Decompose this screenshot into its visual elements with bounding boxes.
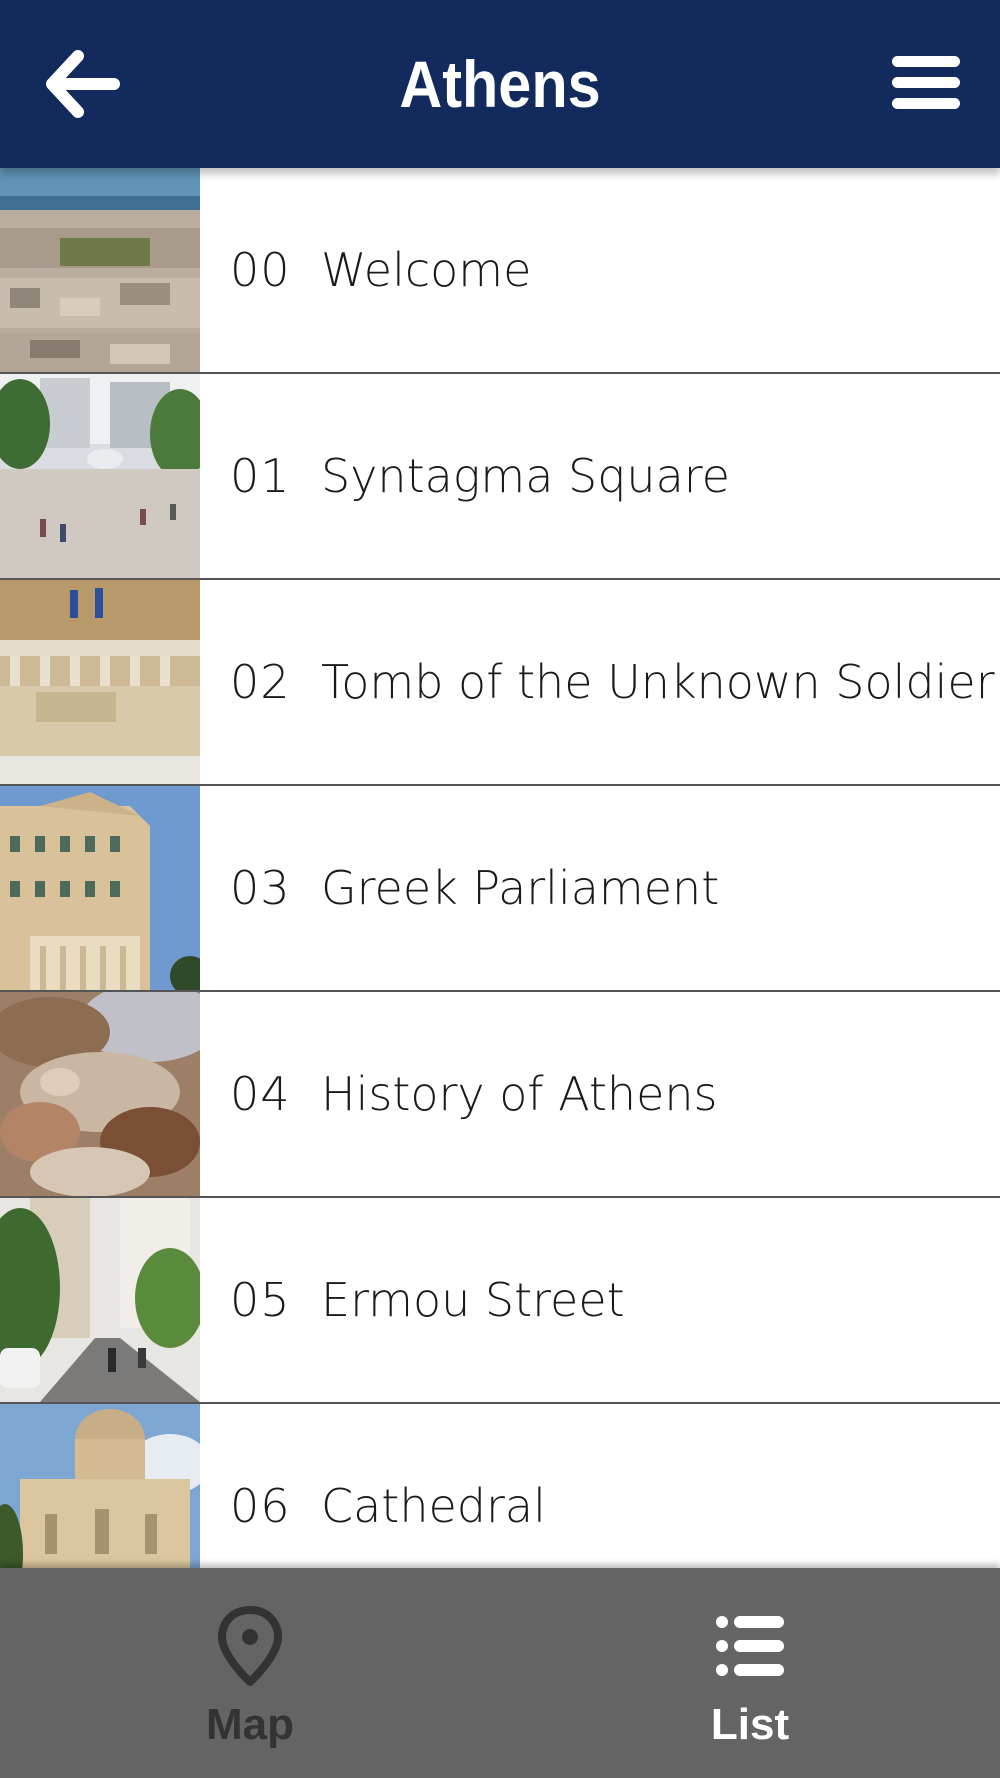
item-number: 02 — [230, 655, 291, 709]
tab-list[interactable]: List — [500, 1568, 1000, 1778]
item-number: 00 — [230, 243, 291, 297]
item-number: 01 — [230, 449, 291, 503]
tab-map[interactable]: Map — [0, 1568, 500, 1778]
back-button[interactable] — [44, 50, 120, 118]
tour-stop-list: 00 Welcome 01 Syntagma Square 02 Tomb of… — [0, 168, 1000, 1568]
bottom-tab-bar: Map List — [0, 1568, 1000, 1778]
list-item[interactable]: 05 Ermou Street — [0, 1198, 1000, 1404]
tab-list-label: List — [710, 1700, 790, 1749]
page-title: Athens — [399, 47, 601, 121]
tab-map-label: Map — [206, 1700, 294, 1749]
menu-button[interactable] — [888, 52, 964, 114]
street-photo — [0, 1198, 200, 1402]
item-number: 04 — [230, 1067, 291, 1121]
item-number: 03 — [230, 861, 291, 915]
list-item[interactable]: 06 Cathedral — [0, 1404, 1000, 1568]
list-item[interactable]: 04 History of Athens — [0, 992, 1000, 1198]
arrow-left-icon — [46, 50, 120, 118]
list-item[interactable]: 03 Greek Parliament — [0, 786, 1000, 992]
monument-photo — [0, 580, 200, 784]
item-title: History of Athens — [321, 1067, 718, 1121]
painting-photo — [0, 992, 200, 1196]
item-title: Syntagma Square — [321, 449, 730, 503]
city-aerial-photo — [0, 168, 200, 372]
hamburger-menu-icon — [892, 56, 960, 109]
app-header: Athens — [0, 0, 1000, 168]
square-photo — [0, 374, 200, 578]
item-title: Ermou Street — [321, 1273, 625, 1327]
list-item[interactable]: 01 Syntagma Square — [0, 374, 1000, 580]
list-item[interactable]: 00 Welcome — [0, 168, 1000, 374]
map-pin-icon — [214, 1606, 286, 1686]
item-title: Cathedral — [321, 1479, 546, 1533]
list-icon — [714, 1606, 786, 1686]
item-title: Tomb of the Unknown Soldier — [321, 655, 995, 709]
item-title: Welcome — [321, 243, 532, 297]
item-number: 05 — [230, 1273, 291, 1327]
item-number: 06 — [230, 1479, 291, 1533]
list-item[interactable]: 02 Tomb of the Unknown Soldier — [0, 580, 1000, 786]
cathedral-photo — [0, 1404, 200, 1568]
parliament-photo — [0, 786, 200, 990]
item-title: Greek Parliament — [321, 861, 720, 915]
app-screen: Athens 00 Welcome 01 Syntagma Square 02 … — [0, 0, 1000, 1778]
